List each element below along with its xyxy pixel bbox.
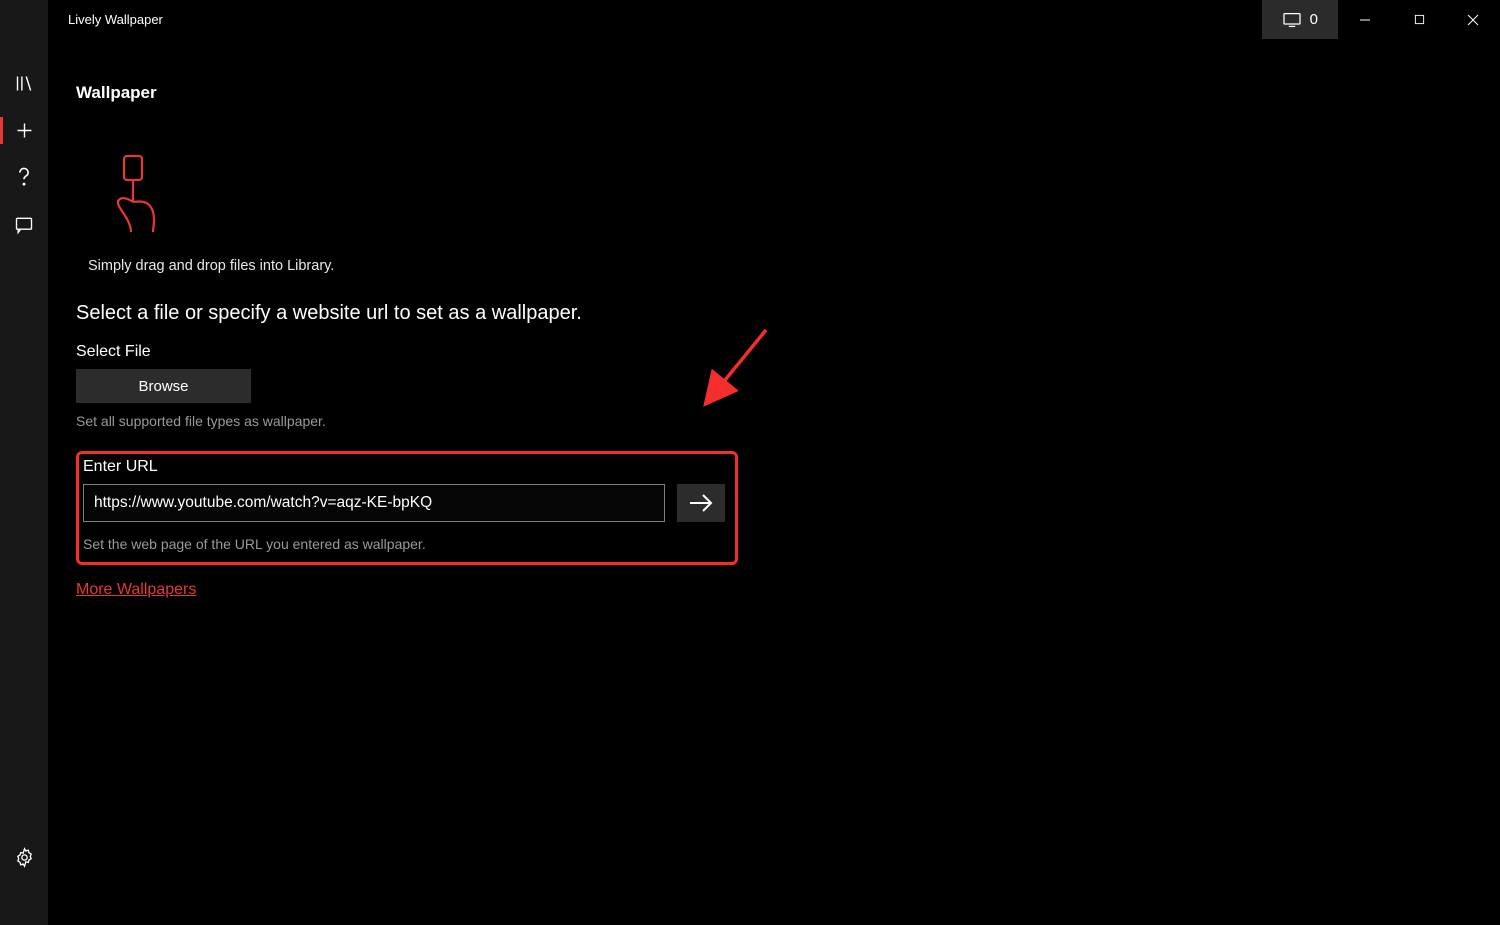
content: Wallpaper Simply drag and drop files int…: [48, 39, 1500, 925]
more-wallpapers-link[interactable]: More Wallpapers: [76, 581, 196, 599]
sidebar-item-add[interactable]: [0, 107, 48, 154]
library-icon: [14, 73, 35, 94]
drag-hint-text: Simply drag and drop files into Library.: [88, 258, 1472, 274]
monitor-count: 0: [1310, 11, 1318, 28]
sidebar-item-settings[interactable]: [0, 834, 48, 881]
minimize-icon: [1359, 14, 1371, 26]
feedback-icon: [14, 215, 34, 235]
url-section-highlight: Enter URL Set the web page of the URL yo…: [76, 451, 738, 565]
sidebar-item-feedback[interactable]: [0, 201, 48, 248]
plus-icon: [14, 120, 35, 141]
select-file-label: Select File: [76, 343, 1472, 361]
maximize-button[interactable]: [1392, 0, 1446, 39]
browse-button[interactable]: Browse: [76, 369, 251, 403]
sidebar-item-library[interactable]: [0, 60, 48, 107]
monitor-badge[interactable]: 0: [1262, 0, 1338, 39]
url-hint: Set the web page of the URL you entered …: [83, 536, 727, 552]
enter-url-label: Enter URL: [83, 458, 727, 476]
gear-icon: [14, 847, 35, 868]
touch-icon: [102, 153, 172, 239]
drag-drop-area[interactable]: Simply drag and drop files into Library.: [88, 153, 1472, 274]
app-title: Lively Wallpaper: [68, 12, 163, 27]
file-hint: Set all supported file types as wallpape…: [76, 413, 1472, 429]
monitor-icon: [1282, 12, 1302, 28]
url-row: [83, 484, 727, 522]
question-icon: [14, 166, 34, 189]
minimize-button[interactable]: [1338, 0, 1392, 39]
arrow-right-icon: [688, 492, 714, 514]
sidebar-item-help[interactable]: [0, 154, 48, 201]
sidebar: [0, 0, 48, 925]
close-button[interactable]: [1446, 0, 1500, 39]
instruction-text: Select a file or specify a website url t…: [76, 302, 1472, 325]
close-icon: [1467, 14, 1479, 26]
page-title: Wallpaper: [76, 83, 1472, 103]
url-go-button[interactable]: [677, 484, 725, 522]
titlebar: Lively Wallpaper 0: [48, 0, 1500, 39]
url-input[interactable]: [83, 484, 665, 522]
maximize-icon: [1414, 14, 1425, 25]
main-panel: Lively Wallpaper 0 Wallpaper: [48, 0, 1500, 925]
